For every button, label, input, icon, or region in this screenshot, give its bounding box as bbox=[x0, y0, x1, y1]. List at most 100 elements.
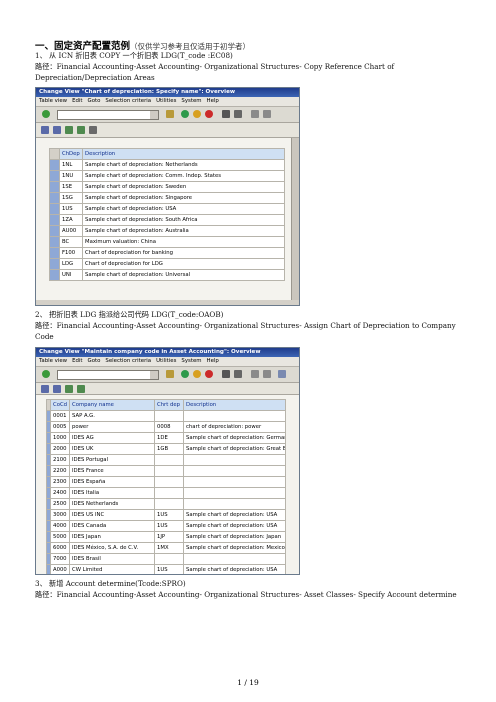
save-icon[interactable] bbox=[166, 370, 174, 378]
new-entries-icon[interactable] bbox=[65, 385, 73, 393]
chart-dep-cell[interactable] bbox=[154, 465, 184, 477]
table-row[interactable]: 2200 IDES France bbox=[46, 465, 286, 477]
chart-dep-cell[interactable] bbox=[154, 476, 184, 488]
print-icon[interactable] bbox=[222, 110, 230, 118]
command-field[interactable] bbox=[57, 110, 159, 120]
exit-icon[interactable] bbox=[193, 110, 201, 118]
column-header-company-name[interactable]: Company name bbox=[69, 399, 155, 411]
cancel-icon[interactable] bbox=[205, 370, 213, 378]
select-all-icon[interactable] bbox=[77, 385, 85, 393]
chart-dep-cell[interactable]: 1MX bbox=[154, 542, 184, 554]
table-row[interactable]: 1NU Sample chart of depreciation: Comm. I… bbox=[49, 170, 285, 182]
edit-icon[interactable] bbox=[41, 126, 49, 134]
layout-icon[interactable] bbox=[278, 370, 286, 378]
save-icon[interactable] bbox=[166, 110, 174, 118]
row-selector[interactable] bbox=[49, 225, 60, 237]
first-page-icon[interactable] bbox=[251, 370, 259, 378]
select-all-icon[interactable] bbox=[77, 126, 85, 134]
copy-icon[interactable] bbox=[53, 385, 61, 393]
table-row[interactable]: 2100 IDES Portugal bbox=[46, 454, 286, 466]
row-selector[interactable] bbox=[49, 236, 60, 248]
table-row[interactable]: F100 Chart of depreciation for banking bbox=[49, 247, 285, 259]
command-field[interactable] bbox=[57, 370, 159, 380]
chart-dep-cell[interactable]: 1US bbox=[154, 564, 184, 574]
table-row[interactable]: 1ZA Sample chart of depreciation: South A… bbox=[49, 214, 285, 226]
table-row[interactable]: 4000 IDES Canada 1US Sample chart of deprec… bbox=[46, 520, 286, 532]
table-row[interactable]: 1SG Sample chart of depreciation: Singapo… bbox=[49, 192, 285, 204]
chart-dep-cell[interactable]: 1DE bbox=[154, 432, 184, 444]
menu-item[interactable]: Goto bbox=[88, 358, 101, 364]
menu-item[interactable]: System bbox=[181, 98, 201, 104]
table-row[interactable]: 1NL Sample chart of depreciation: Netherl… bbox=[49, 159, 285, 171]
table-row[interactable]: 1SE Sample chart of depreciation: Sweden bbox=[49, 181, 285, 193]
row-selector[interactable] bbox=[49, 192, 60, 204]
menu-item[interactable]: Utilities bbox=[156, 358, 176, 364]
exit-icon[interactable] bbox=[193, 370, 201, 378]
column-header-chart-dep[interactable]: Chrt dep bbox=[154, 399, 184, 411]
table-row[interactable]: 1000 IDES AG 1DE Sample chart of depreciati… bbox=[46, 432, 286, 444]
table-row[interactable]: LDG Chart of depreciation for LDG bbox=[49, 258, 285, 270]
find-icon[interactable] bbox=[234, 110, 242, 118]
menu-item[interactable]: System bbox=[181, 358, 201, 364]
column-header-chdep[interactable]: ChDep bbox=[59, 148, 83, 160]
next-page-icon[interactable] bbox=[263, 110, 271, 118]
cancel-icon[interactable] bbox=[205, 110, 213, 118]
chart-dep-cell[interactable] bbox=[154, 410, 184, 422]
back-icon[interactable] bbox=[181, 110, 189, 118]
table-row[interactable]: 5000 IDES Japan 1JP Sample chart of depreci… bbox=[46, 531, 286, 543]
row-selector[interactable] bbox=[49, 258, 60, 270]
table-row[interactable]: 6000 IDES México, S.A. de C.V. 1MX Sample c… bbox=[46, 542, 286, 554]
print-icon[interactable] bbox=[222, 370, 230, 378]
chart-dep-cell[interactable]: 1US bbox=[154, 520, 184, 532]
menu-item[interactable]: Selection criteria bbox=[105, 98, 151, 104]
table-row[interactable]: 2400 IDES Italia bbox=[46, 487, 286, 499]
row-selector[interactable] bbox=[49, 159, 60, 171]
edit-icon[interactable] bbox=[41, 385, 49, 393]
menu-item[interactable]: Utilities bbox=[156, 98, 176, 104]
chart-dep-cell[interactable]: 1JP bbox=[154, 531, 184, 543]
table-row[interactable]: 2300 IDES España bbox=[46, 476, 286, 488]
chart-dep-cell[interactable]: 0008 bbox=[154, 421, 184, 433]
menu-item[interactable]: Goto bbox=[88, 98, 101, 104]
chart-dep-cell[interactable] bbox=[154, 553, 184, 565]
chart-dep-cell[interactable] bbox=[154, 454, 184, 466]
menu-item[interactable]: Table view bbox=[39, 358, 67, 364]
details-icon[interactable] bbox=[89, 126, 97, 134]
table-row[interactable]: 1US Sample chart of depreciation: USA bbox=[49, 203, 285, 215]
table-row[interactable]: A000 CW Limited 1US Sample chart of depreci… bbox=[46, 564, 286, 574]
table-row[interactable]: 2500 IDES Netherlands bbox=[46, 498, 286, 510]
menu-item[interactable]: Help bbox=[207, 358, 219, 364]
menu-item[interactable]: Edit bbox=[72, 98, 82, 104]
enter-icon[interactable] bbox=[42, 370, 50, 378]
table-row[interactable]: 0001 SAP A.G. bbox=[46, 410, 286, 422]
menu-item[interactable]: Selection criteria bbox=[105, 358, 151, 364]
row-selector[interactable] bbox=[49, 269, 60, 281]
new-entries-icon[interactable] bbox=[65, 126, 73, 134]
table-row[interactable]: 3000 IDES US INC 1US Sample chart of deprec… bbox=[46, 509, 286, 521]
menu-item[interactable]: Table view bbox=[39, 98, 67, 104]
table-row[interactable]: UNI Sample chart of depreciation: Univers… bbox=[49, 269, 285, 281]
table-row[interactable]: 0005 power 0008 chart of depreciation: powe… bbox=[46, 421, 286, 433]
find-icon[interactable] bbox=[234, 370, 242, 378]
column-header-cocd[interactable]: CoCd bbox=[50, 399, 70, 411]
menu-item[interactable]: Edit bbox=[72, 358, 82, 364]
next-page-icon[interactable] bbox=[263, 370, 271, 378]
first-page-icon[interactable] bbox=[251, 110, 259, 118]
chart-dep-cell[interactable]: 1GB bbox=[154, 443, 184, 455]
enter-icon[interactable] bbox=[42, 110, 50, 118]
chart-dep-cell[interactable] bbox=[154, 487, 184, 499]
copy-icon[interactable] bbox=[53, 126, 61, 134]
chart-dep-cell[interactable] bbox=[154, 498, 184, 510]
table-row[interactable]: BC Maximum valuation: China bbox=[49, 236, 285, 248]
table-row[interactable]: 2000 IDES UK 1GB Sample chart of depreciati… bbox=[46, 443, 286, 455]
menu-item[interactable]: Help bbox=[207, 98, 219, 104]
column-header-description[interactable]: Description bbox=[183, 399, 286, 411]
back-icon[interactable] bbox=[181, 370, 189, 378]
table-row[interactable]: 7000 IDES Brasil bbox=[46, 553, 286, 565]
table-row[interactable]: AU00 Sample chart of depreciation: Austra… bbox=[49, 225, 285, 237]
row-selector[interactable] bbox=[49, 214, 60, 226]
row-selector[interactable] bbox=[49, 181, 60, 193]
vertical-scrollbar[interactable] bbox=[291, 138, 299, 300]
row-selector[interactable] bbox=[49, 203, 60, 215]
row-selector[interactable] bbox=[49, 247, 60, 259]
